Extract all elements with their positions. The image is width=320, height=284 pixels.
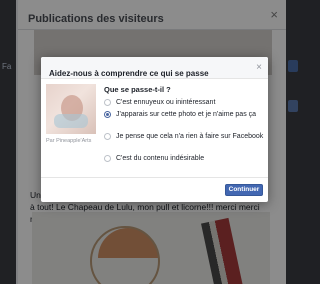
radio-not-belong[interactable] [104, 133, 111, 140]
close-icon[interactable]: × [256, 62, 262, 73]
option-not-belong[interactable]: Je pense que cela n'a rien à faire sur F… [104, 132, 266, 141]
radio-in-photo[interactable] [104, 111, 111, 118]
option-not-belong-label: Je pense que cela n'a rien à faire sur F… [116, 133, 264, 140]
report-modal-title: Aidez-nous à comprendre ce qui se passe [49, 69, 209, 78]
option-boring[interactable]: C'est ennuyeux ou inintéressant [104, 98, 266, 107]
option-in-photo-label: J'apparais sur cette photo et je n'aime … [116, 111, 257, 118]
thumbnail-detail [54, 114, 88, 128]
reported-photo-thumbnail [46, 84, 96, 134]
report-modal-footer: Continuer [41, 177, 268, 202]
option-in-photo[interactable]: J'apparais sur cette photo et je n'aime … [104, 110, 266, 119]
radio-spam[interactable] [104, 155, 111, 162]
radio-boring[interactable] [104, 99, 111, 106]
option-spam-label: C'est du contenu indésirable [116, 155, 205, 162]
continue-button[interactable]: Continuer [225, 184, 263, 196]
option-spam[interactable]: C'est du contenu indésirable [104, 154, 266, 163]
report-modal: Aidez-nous à comprendre ce qui se passe … [41, 57, 268, 202]
report-modal-header: Aidez-nous à comprendre ce qui se passe [41, 57, 268, 79]
thumbnail-caption: Par Pineapple'Arts [46, 138, 92, 144]
option-boring-label: C'est ennuyeux ou inintéressant [116, 99, 216, 106]
report-question: Que se passe-t-il ? [104, 85, 171, 94]
